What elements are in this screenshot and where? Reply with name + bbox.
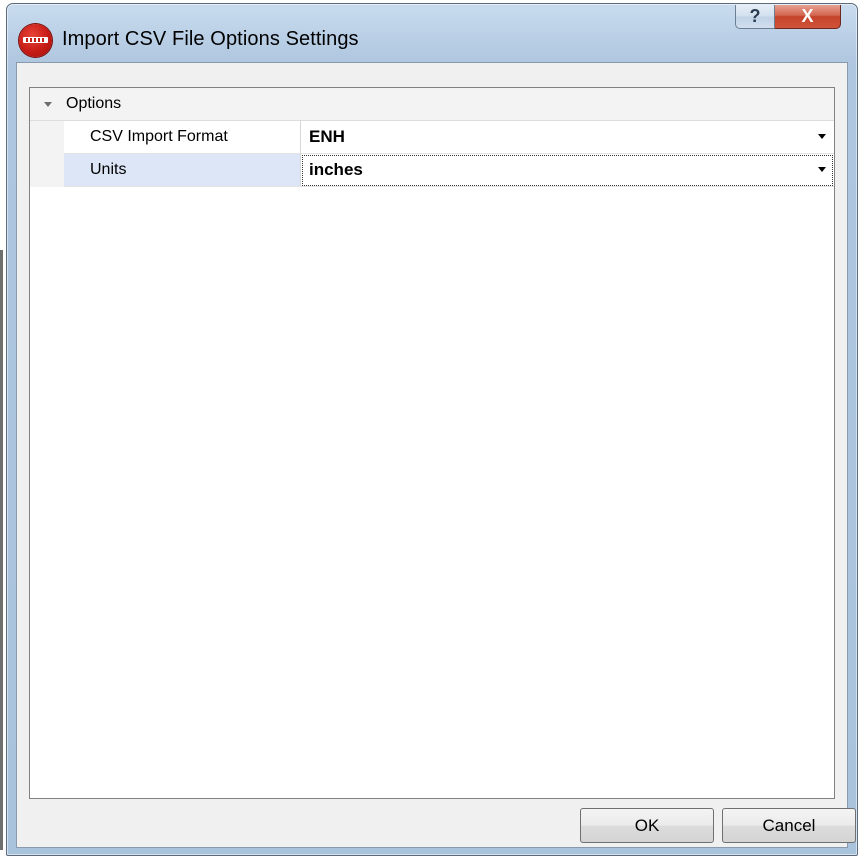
chevron-down-icon[interactable]: [818, 167, 826, 172]
property-value: inches: [309, 160, 363, 179]
csv-import-format-select[interactable]: ENH: [301, 121, 834, 154]
property-value: ENH: [309, 127, 345, 146]
title-bar[interactable]: Import CSV File Options Settings ? X: [7, 4, 857, 64]
category-row-options[interactable]: Options: [30, 88, 834, 121]
app-logo-mark: [23, 37, 48, 43]
help-button[interactable]: ?: [735, 5, 775, 29]
property-row-csv-import-format[interactable]: CSV Import Format ENH: [30, 121, 834, 154]
app-logo-icon: [19, 24, 52, 57]
ok-button[interactable]: OK: [580, 808, 714, 843]
close-button[interactable]: X: [775, 5, 841, 29]
chevron-down-icon[interactable]: [818, 134, 826, 139]
row-gutter: [30, 121, 64, 154]
dialog-client-area: Options CSV Import Format ENH Units inch…: [16, 62, 856, 848]
row-gutter: [30, 154, 64, 187]
dialog-window: Import CSV File Options Settings ? X Opt…: [6, 3, 858, 856]
units-select[interactable]: inches: [301, 154, 834, 187]
cancel-button[interactable]: Cancel: [722, 808, 856, 843]
property-name: CSV Import Format: [64, 121, 301, 154]
category-label: Options: [66, 95, 122, 112]
property-row-units[interactable]: Units inches: [30, 154, 834, 187]
collapse-arrow-icon[interactable]: [44, 102, 52, 107]
property-grid: Options CSV Import Format ENH Units inch…: [29, 87, 835, 799]
property-name: Units: [64, 154, 301, 187]
window-title: Import CSV File Options Settings: [62, 28, 359, 50]
background-edge: [0, 250, 3, 850]
